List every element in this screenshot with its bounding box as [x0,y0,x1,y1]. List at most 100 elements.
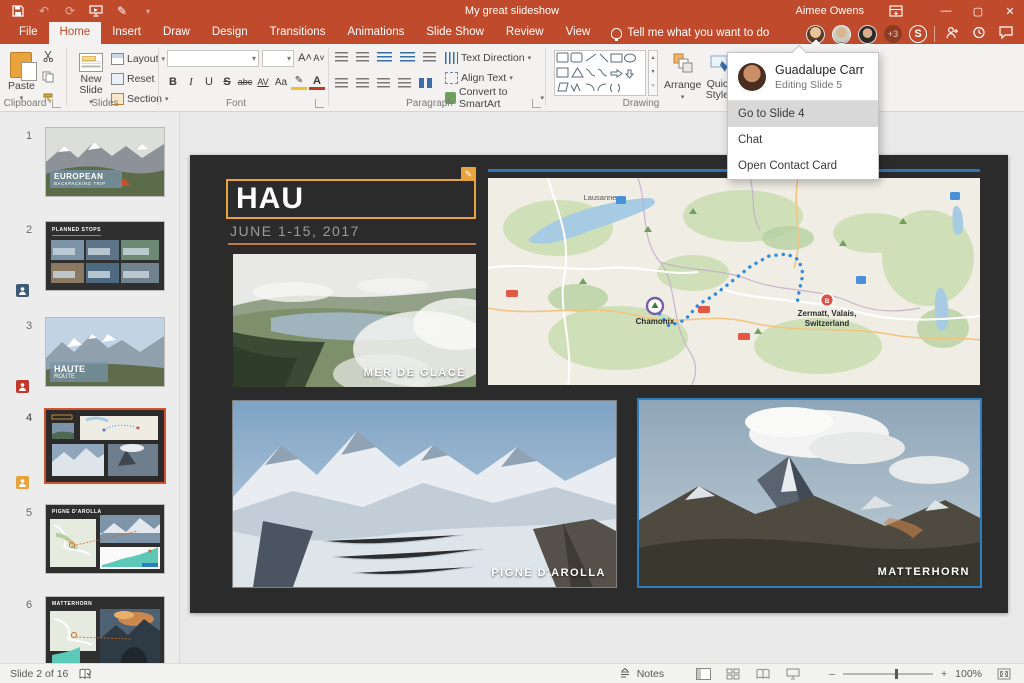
notes-button[interactable]: Notes [617,667,664,680]
font-color-button[interactable]: A [309,74,325,90]
maximize-button[interactable]: ▢ [964,0,992,22]
history-icon[interactable] [969,26,989,42]
tab-view[interactable]: View [555,22,602,44]
justify-icon[interactable] [398,78,411,88]
current-slide[interactable]: HAU ✎ JUNE 1-15, 2017 MER DE GLACE [190,155,1008,613]
bold-button[interactable]: B [165,74,181,90]
tell-me-box[interactable]: Tell me what you want to do [601,27,779,44]
menu-item-open-contact-card[interactable]: Open Contact Card [728,153,878,179]
qat-customize-icon[interactable]: ▾ [140,4,156,18]
thumbnail-slide-3[interactable]: 3 HAUTE ROUTE [0,318,180,395]
char-spacing-button[interactable]: AV [255,74,271,90]
paste-icon [10,52,32,78]
save-icon[interactable] [10,4,26,18]
font-dialog-launcher[interactable] [315,99,324,108]
divider [934,26,935,42]
highlight-button[interactable]: ✎ [291,74,307,90]
tab-transitions[interactable]: Transitions [259,22,337,44]
tab-draw[interactable]: Draw [152,22,201,44]
copy-icon[interactable] [42,71,55,86]
start-slideshow-icon[interactable] [88,4,104,18]
comments-icon[interactable] [996,26,1016,42]
notes-icon [617,667,633,680]
increase-indent-icon[interactable] [400,52,415,62]
arrange-button[interactable]: Arrange▾ [664,48,701,101]
photo-matterhorn[interactable]: MATTERHORN [637,398,982,588]
tab-insert[interactable]: Insert [101,22,152,44]
more-collaborators-badge[interactable]: +3 [884,25,902,43]
tab-home[interactable]: Home [49,22,102,44]
font-name-combo[interactable]: ▾ [167,50,259,67]
fit-to-window-icon[interactable] [996,667,1012,680]
cut-icon[interactable] [42,50,55,65]
zoom-level[interactable]: 100% [955,668,982,680]
paste-button[interactable]: Paste▾ [8,48,35,102]
collaborator-avatar-3[interactable] [858,25,877,44]
tab-slideshow[interactable]: Slide Show [415,22,495,44]
thumbnail-slide-5[interactable]: 5 PIGNE D'AROLLA [0,505,180,582]
strikethrough-button[interactable]: S [219,74,235,90]
align-text-button[interactable]: Align Text▾ [445,70,544,86]
underline-button[interactable]: U [201,74,217,90]
columns-icon[interactable] [419,78,432,88]
collaborator-avatar-guadalupe[interactable] [806,25,825,44]
slide-title-textbox[interactable]: HAU ✎ [226,179,476,219]
thumbnail-slide-1[interactable]: 1 EUROPEAN BACKPACKING TRIP [0,128,180,205]
zoom-in-button[interactable]: + [941,668,947,680]
shrink-font-button[interactable]: A˅ [311,50,327,66]
tab-design[interactable]: Design [201,22,259,44]
font-size-combo[interactable]: ▾ [262,50,294,67]
group-font: ▾ ▾ A˄ A˅ B I U S abc AV Aa ✎ A Font [159,44,327,111]
tab-animations[interactable]: Animations [336,22,415,44]
bullets-icon[interactable] [335,52,348,62]
shape-gallery-scrollbar[interactable]: ▴▾▿ [648,50,658,96]
collaborator-badge-orange [16,476,29,489]
tab-review[interactable]: Review [495,22,555,44]
photo-mer-de-glace[interactable]: MER DE GLACE [233,254,476,387]
align-center-icon[interactable] [356,78,369,88]
shadow-button[interactable]: abc [237,74,253,90]
group-label-clipboard: Clipboard [0,98,50,109]
route-map-image[interactable]: B Chamonix Zermatt, Valais, Switzerland … [488,178,980,385]
menu-item-go-to-slide[interactable]: Go to Slide 4 [728,101,878,127]
pen-input-icon[interactable]: ✎ [114,4,130,18]
align-left-icon[interactable] [335,78,348,88]
powerpoint-window: ↶ ⟳ ✎ ▾ My great slideshow Aimee Owens —… [0,0,1024,683]
line-spacing-icon[interactable] [423,52,436,62]
group-paragraph: Text Direction▾ Align Text▾ Convert to S… [329,44,544,111]
ribbon-display-options-icon[interactable] [882,0,910,22]
align-right-icon[interactable] [377,78,390,88]
spell-check-icon[interactable] [78,667,94,680]
reading-view-icon[interactable] [755,667,771,680]
slideshow-view-icon[interactable] [785,667,801,680]
numbering-icon[interactable] [356,52,369,62]
tab-file[interactable]: File [8,22,49,44]
collaborator-avatar-2[interactable] [832,25,851,44]
close-button[interactable]: ✕ [996,0,1024,22]
thumbnail-slide-6[interactable]: 6 MATTERHORN [0,597,180,663]
menu-item-chat[interactable]: Chat [728,127,878,153]
shape-gallery[interactable] [554,50,646,96]
zoom-slider-thumb[interactable] [895,669,898,679]
share-icon[interactable] [942,26,962,42]
photo-pigne-d-arolla[interactable]: PIGNE D'AROLLA [232,400,617,588]
caption-matterhorn: MATTERHORN [878,566,970,578]
clipboard-dialog-launcher[interactable] [52,99,61,108]
thumbnail-slide-2[interactable]: 2 PLANNED STOPS [0,222,180,299]
slide-sorter-icon[interactable] [725,667,741,680]
skype-icon[interactable]: S [909,25,927,43]
change-case-button[interactable]: Aa [273,74,289,90]
minimize-button[interactable]: — [932,0,960,22]
paragraph-dialog-launcher[interactable] [532,99,541,108]
italic-button[interactable]: I [183,74,199,90]
slide-indicator[interactable]: Slide 2 of 16 [10,668,68,680]
normal-view-icon[interactable] [696,668,711,680]
thumbnail-slide-4-selected[interactable]: 4 [0,410,180,490]
zoom-out-button[interactable]: – [829,668,835,680]
redo-icon[interactable]: ⟳ [62,4,78,18]
decrease-indent-icon[interactable] [377,52,392,62]
undo-icon[interactable]: ↶ [36,4,52,18]
signed-in-user[interactable]: Aimee Owens [796,5,864,17]
zoom-slider[interactable] [843,673,933,675]
text-direction-button[interactable]: Text Direction▾ [445,50,544,66]
